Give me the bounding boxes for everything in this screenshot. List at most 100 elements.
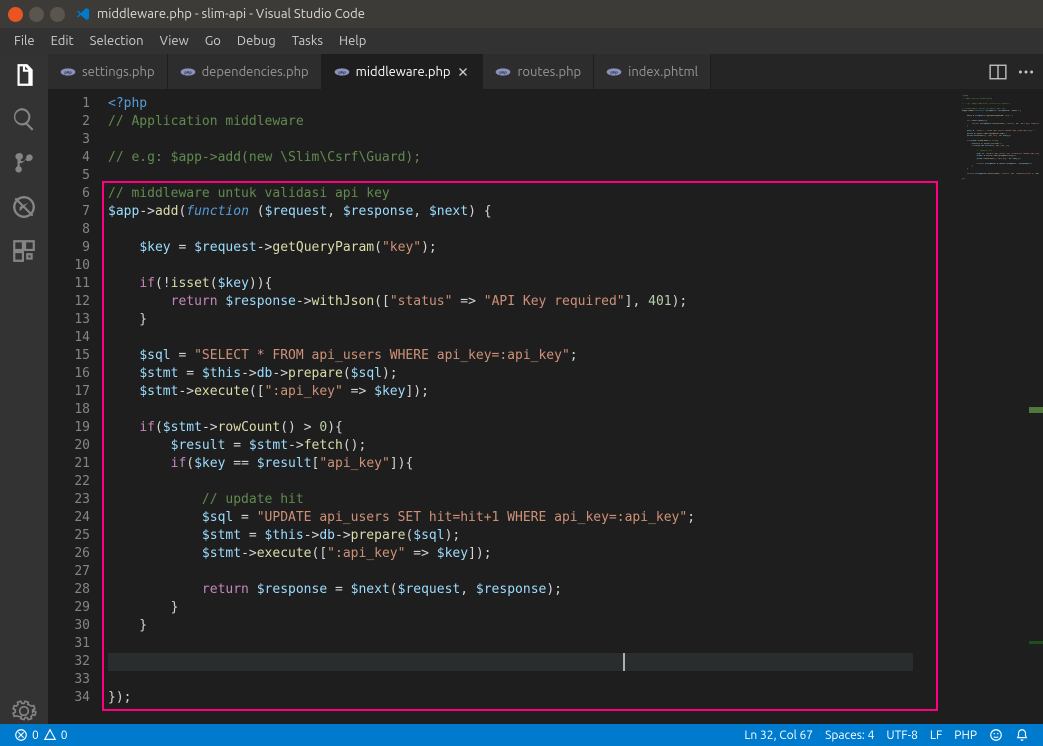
svg-text:php: php <box>338 69 346 74</box>
code-line[interactable]: return $response = $next($request, $resp… <box>108 581 958 599</box>
menu-edit[interactable]: Edit <box>43 34 82 48</box>
status-indent[interactable]: Spaces: 4 <box>819 729 880 742</box>
window-title: middleware.php - slim-api - Visual Studi… <box>97 7 365 21</box>
code-line[interactable] <box>108 563 958 581</box>
code-line[interactable]: $stmt = $this->db->prepare($sql); <box>108 527 958 545</box>
code-line[interactable]: $result = $stmt->fetch(); <box>108 437 958 455</box>
source-control-icon[interactable] <box>11 150 37 176</box>
search-icon[interactable] <box>11 106 37 132</box>
scrollbar-overview[interactable] <box>1029 89 1043 724</box>
window-maximize-button[interactable] <box>50 7 65 22</box>
code-line[interactable]: }); <box>108 689 958 707</box>
line-number: 15 <box>48 347 90 365</box>
code-line[interactable]: $sql = "SELECT * FROM api_users WHERE ap… <box>108 347 958 365</box>
code-line[interactable] <box>108 401 958 419</box>
menu-view[interactable]: View <box>152 34 197 48</box>
code-line[interactable] <box>108 257 958 275</box>
menu-help[interactable]: Help <box>331 34 374 48</box>
line-number: 22 <box>48 473 90 491</box>
php-file-icon: php <box>180 64 196 80</box>
code-line[interactable] <box>108 221 958 239</box>
line-number: 24 <box>48 509 90 527</box>
gear-icon[interactable] <box>11 698 37 724</box>
code-line[interactable] <box>108 635 958 653</box>
code-line[interactable]: if($key == $result["api_key"]){ <box>108 455 958 473</box>
status-language[interactable]: PHP <box>948 729 983 742</box>
extensions-icon[interactable] <box>11 238 37 264</box>
menu-selection[interactable]: Selection <box>82 34 152 48</box>
status-feedback[interactable] <box>983 728 1009 742</box>
line-number: 29 <box>48 599 90 617</box>
svg-text:php: php <box>500 69 508 74</box>
status-ln-col[interactable]: Ln 32, Col 67 <box>738 729 819 742</box>
menu-go[interactable]: Go <box>197 34 229 48</box>
code-line[interactable]: $stmt->execute([":api_key" => $key]); <box>108 545 958 563</box>
window-close-button[interactable] <box>8 7 23 22</box>
code-line[interactable]: $sql = "UPDATE api_users SET hit=hit+1 W… <box>108 509 958 527</box>
line-number-gutter: 1234567891011121314151617181920212223242… <box>48 89 108 724</box>
warning-icon <box>43 728 57 742</box>
code-line[interactable]: } <box>108 617 958 635</box>
line-number: 34 <box>48 689 90 707</box>
editor[interactable]: 1234567891011121314151617181920212223242… <box>48 89 1043 724</box>
tabbar: phpsettings.phpphpdependencies.phpphpmid… <box>48 54 1043 89</box>
files-icon[interactable] <box>11 62 37 88</box>
code-line[interactable]: // e.g: $app->add(new \Slim\Csrf\Guard); <box>108 149 958 167</box>
menu-tasks[interactable]: Tasks <box>284 34 331 48</box>
error-icon <box>14 728 28 742</box>
close-icon[interactable] <box>456 65 470 79</box>
code-line[interactable]: // update hit <box>108 491 958 509</box>
php-file-icon: php <box>495 64 511 80</box>
line-number: 16 <box>48 365 90 383</box>
code-area[interactable]: <?php// Application middleware // e.g: $… <box>108 89 958 724</box>
code-line[interactable]: if(!isset($key)){ <box>108 275 958 293</box>
code-line[interactable] <box>108 329 958 347</box>
code-line[interactable]: $app->add(function ($request, $response,… <box>108 203 958 221</box>
text-cursor <box>623 653 625 671</box>
status-encoding[interactable]: UTF-8 <box>880 729 923 742</box>
activitybar <box>0 54 48 724</box>
tab-index-phtml[interactable]: phpindex.phtml <box>594 54 711 89</box>
more-icon[interactable] <box>1017 63 1035 81</box>
code-line[interactable]: // Application middleware <box>108 113 958 131</box>
tab-settings-php[interactable]: phpsettings.php <box>48 54 168 89</box>
code-line[interactable]: // middleware untuk validasi api key <box>108 185 958 203</box>
line-number: 19 <box>48 419 90 437</box>
menubar: FileEditSelectionViewGoDebugTasksHelp <box>0 28 1043 54</box>
code-line[interactable]: } <box>108 599 958 617</box>
tab-middleware-php[interactable]: phpmiddleware.php <box>322 54 484 89</box>
line-number: 18 <box>48 401 90 419</box>
code-line[interactable] <box>108 167 958 185</box>
bell-icon <box>1015 728 1029 742</box>
code-line[interactable]: <?php <box>108 95 958 113</box>
menu-debug[interactable]: Debug <box>229 34 284 48</box>
code-line[interactable]: $key = $request->getQueryParam("key"); <box>108 239 958 257</box>
line-number: 7 <box>48 203 90 221</box>
line-number: 28 <box>48 581 90 599</box>
window-controls <box>8 7 65 22</box>
status-problems[interactable]: 0 0 <box>8 728 74 742</box>
status-notifications[interactable] <box>1009 728 1035 742</box>
debug-icon[interactable] <box>11 194 37 220</box>
code-line[interactable] <box>108 473 958 491</box>
menu-file[interactable]: File <box>6 34 43 48</box>
tab-routes-php[interactable]: phproutes.php <box>483 54 594 89</box>
line-number: 10 <box>48 257 90 275</box>
code-line[interactable] <box>108 131 958 149</box>
line-number: 27 <box>48 563 90 581</box>
code-line[interactable]: if($stmt->rowCount() > 0){ <box>108 419 958 437</box>
code-line[interactable]: return $response->withJson(["status" => … <box>108 293 958 311</box>
window-minimize-button[interactable] <box>29 7 44 22</box>
tab-dependencies-php[interactable]: phpdependencies.php <box>168 54 322 89</box>
code-line[interactable]: } <box>108 311 958 329</box>
line-number: 6 <box>48 185 90 203</box>
status-eol[interactable]: LF <box>924 729 948 742</box>
code-line[interactable]: $stmt = $this->db->prepare($sql); <box>108 365 958 383</box>
line-number: 11 <box>48 275 90 293</box>
code-line[interactable] <box>108 671 958 689</box>
svg-text:php: php <box>611 69 619 74</box>
code-line[interactable]: $stmt->execute([":api_key" => $key]); <box>108 383 958 401</box>
line-number: 3 <box>48 131 90 149</box>
split-editor-icon[interactable] <box>989 63 1007 81</box>
line-number: 31 <box>48 635 90 653</box>
